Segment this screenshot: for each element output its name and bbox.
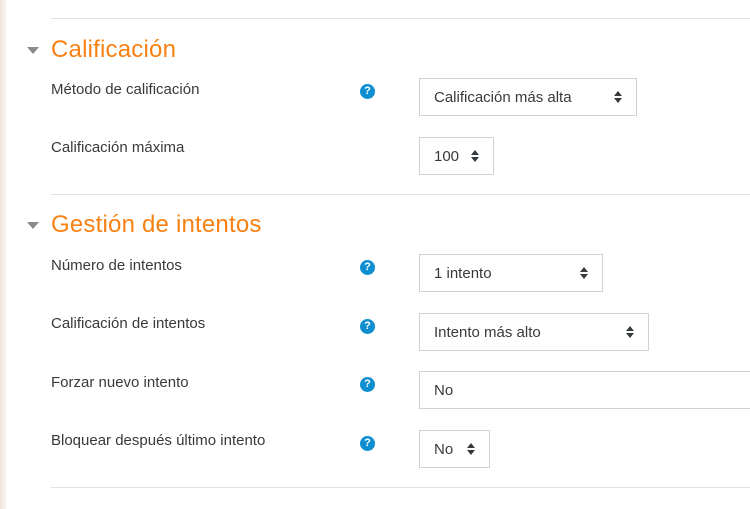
help-icon[interactable]: ?: [360, 436, 375, 451]
select-calificacion-maxima[interactable]: 100: [419, 137, 494, 175]
select-value: 100: [434, 147, 460, 165]
select-bloquear-ultimo-intento[interactable]: No: [419, 430, 490, 468]
divider-section: [51, 194, 750, 195]
label-bloquear-ultimo-intento: Bloquear después último intento: [51, 432, 266, 449]
select-calificacion-intentos[interactable]: Intento más alto: [419, 313, 649, 351]
help-icon[interactable]: ?: [360, 319, 375, 334]
collapse-caret-icon[interactable]: [27, 221, 39, 229]
select-value: No: [434, 440, 454, 458]
label-metodo-calificacion: Método de calificación: [51, 81, 200, 98]
select-forzar-nuevo-intento[interactable]: No: [419, 371, 750, 409]
select-arrows-icon: [626, 326, 634, 338]
select-arrows-icon: [580, 267, 588, 279]
select-metodo-calificacion[interactable]: Calificación más alta: [419, 78, 637, 116]
page-left-edge: [0, 0, 8, 509]
select-value: Intento más alto: [434, 323, 541, 341]
select-value: Calificación más alta: [434, 88, 572, 106]
help-icon[interactable]: ?: [360, 260, 375, 275]
select-value: No: [434, 381, 454, 399]
section-title-gestion-intentos: Gestión de intentos: [51, 211, 262, 238]
select-value: 1 intento: [434, 264, 492, 282]
collapse-caret-icon[interactable]: [27, 46, 39, 54]
help-icon[interactable]: ?: [360, 377, 375, 392]
divider-top: [51, 18, 750, 19]
section-header-calificacion[interactable]: Calificación: [27, 38, 176, 62]
select-arrows-icon: [614, 91, 622, 103]
help-icon[interactable]: ?: [360, 84, 375, 99]
section-title-calificacion: Calificación: [51, 36, 177, 63]
divider-bottom: [51, 487, 750, 488]
select-numero-intentos[interactable]: 1 intento: [419, 254, 603, 292]
label-numero-intentos: Número de intentos: [51, 257, 182, 274]
label-calificacion-maxima: Calificación máxima: [51, 139, 185, 156]
label-calificacion-intentos: Calificación de intentos: [51, 315, 206, 332]
select-arrows-icon: [467, 443, 475, 455]
label-forzar-nuevo-intento: Forzar nuevo intento: [51, 374, 189, 391]
select-arrows-icon: [471, 150, 479, 162]
section-header-gestion-intentos[interactable]: Gestión de intentos: [27, 213, 262, 237]
